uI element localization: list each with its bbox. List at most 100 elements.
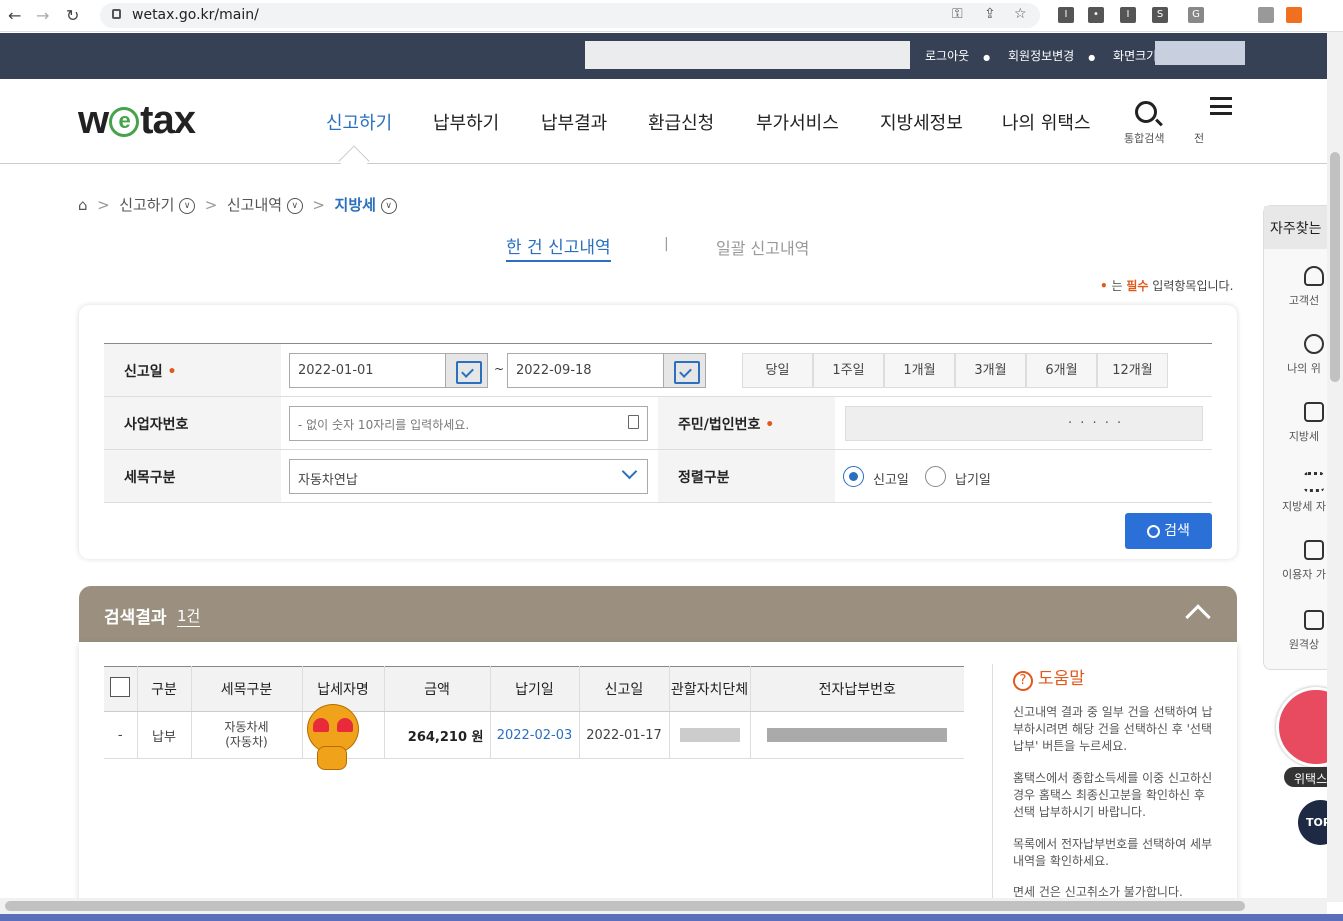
share-icon[interactable]: ⇪	[984, 6, 996, 22]
period-6month-button[interactable]: 6개월	[1026, 353, 1097, 388]
select-all-cell	[104, 666, 138, 712]
vertical-scrollbar[interactable]	[1327, 32, 1343, 902]
search-button[interactable]: 검색	[1125, 513, 1212, 549]
sort-label: 정렬구분	[658, 450, 835, 502]
select-all-checkbox[interactable]	[110, 677, 131, 697]
sort-report-date-radio[interactable]	[843, 466, 864, 487]
extension-icon[interactable]	[1286, 7, 1302, 23]
row-municipality	[669, 711, 751, 759]
chevron-down-icon[interactable]: ∨	[179, 197, 196, 214]
question-icon: ?	[1013, 671, 1033, 691]
taskbar	[0, 914, 1343, 921]
date-to-input[interactable]: 2022-09-18	[507, 353, 706, 388]
results-count: 1건	[177, 607, 201, 627]
breadcrumb-history[interactable]: 신고내역	[227, 196, 282, 214]
reload-icon[interactable]: ↻	[66, 6, 79, 25]
period-12month-button[interactable]: 12개월	[1097, 353, 1168, 388]
column-header: 신고일	[579, 666, 670, 712]
form-row-type: 세목구분 자동차연납 정렬구분 신고일 납기일	[104, 450, 1212, 503]
chevron-down-icon[interactable]: ∨	[286, 197, 303, 214]
search-icon[interactable]	[1135, 101, 1157, 123]
forward-icon[interactable]: →	[36, 6, 49, 25]
extension-icon[interactable]: S	[1152, 7, 1168, 23]
row-amount: 264,210 원	[384, 711, 491, 759]
address-bar[interactable]: wetax.go.kr/main/ ⚿ ⇪ ☆	[100, 3, 1040, 28]
period-3month-button[interactable]: 3개월	[955, 353, 1026, 388]
back-icon[interactable]: ←	[8, 6, 21, 25]
extension-icon[interactable]	[1258, 7, 1274, 23]
menu-extra-services[interactable]: 부가서비스	[756, 109, 839, 135]
menu-refund[interactable]: 환급신청	[648, 109, 714, 135]
screen-size-control[interactable]	[1155, 41, 1245, 65]
column-header: 구분	[137, 666, 192, 712]
star-icon[interactable]: ☆	[1014, 6, 1027, 22]
row-report-date: 2022-01-17	[579, 711, 670, 759]
column-header: 금액	[384, 666, 491, 712]
chevron-up-icon[interactable]	[1185, 604, 1211, 630]
menu-pay[interactable]: 납부하기	[433, 109, 499, 135]
period-today-button[interactable]: 당일	[742, 353, 813, 388]
row-mark: -	[104, 711, 138, 759]
help-item: 홈택스에서 종합소득세를 이중 신고하신 경우 홈택스 최종신고분을 확인하신 …	[1013, 771, 1213, 819]
wetax-logo[interactable]: w e tax	[78, 98, 196, 143]
extension-icon[interactable]: I	[1058, 7, 1074, 23]
utility-links: 로그아웃 ● 회원정보변경 ● 화면크기	[925, 49, 1158, 63]
all-menu-label[interactable]: 전	[1194, 130, 1204, 146]
search-label[interactable]: 통합검색	[1124, 130, 1164, 146]
sort-report-date-label[interactable]: 신고일	[873, 469, 909, 488]
table-header-row: 구분 세목구분 납세자명 금액 납기일 신고일 관할자치단체 전자납부번호	[104, 666, 964, 712]
search-form: 신고일 • 2022-01-01 ~ 2022-09-18 당일 1주일 1개월…	[104, 343, 1212, 503]
list-icon	[1304, 472, 1324, 492]
home-icon[interactable]: ⌂	[78, 196, 88, 214]
period-1week-button[interactable]: 1주일	[813, 353, 884, 388]
tax-type-label: 세목구분	[104, 450, 281, 502]
calendar-icon[interactable]	[445, 354, 487, 387]
key-icon[interactable]: ⚿	[952, 6, 963, 22]
chevron-down-icon[interactable]: ∨	[380, 197, 397, 214]
chevron-down-icon[interactable]	[621, 463, 638, 480]
keypad-icon[interactable]	[628, 415, 639, 429]
breadcrumb-local-tax[interactable]: 지방세	[335, 196, 376, 214]
headset-icon	[1304, 266, 1324, 286]
menu-pay-result[interactable]: 납부결과	[541, 109, 607, 135]
menu-report[interactable]: 신고하기	[326, 109, 392, 135]
column-header: 납기일	[490, 666, 580, 712]
extension-icon[interactable]: •	[1088, 7, 1104, 23]
tax-type-select[interactable]: 자동차연납	[289, 459, 648, 494]
form-row-date: 신고일 • 2022-01-01 ~ 2022-09-18 당일 1주일 1개월…	[104, 344, 1212, 397]
edit-member-link[interactable]: 회원정보변경	[1008, 49, 1074, 63]
tab-bulk-report[interactable]: 일괄 신고내역	[716, 235, 809, 259]
chat-icon	[1304, 540, 1324, 560]
horizontal-scrollbar[interactable]	[0, 898, 1327, 914]
period-1month-button[interactable]: 1개월	[884, 353, 955, 388]
browser-toolbar: ← → ↻ wetax.go.kr/main/ ⚿ ⇪ ☆ I • I S G	[0, 0, 1343, 32]
menu-my-wetax[interactable]: 나의 위택스	[1002, 109, 1091, 135]
column-header: 세목구분	[191, 666, 303, 712]
monitor-icon	[1304, 610, 1324, 630]
column-header: 관할자치단체	[669, 666, 751, 712]
extension-icon[interactable]: G	[1188, 7, 1204, 23]
url-text: wetax.go.kr/main/	[132, 7, 259, 23]
user-icon	[1304, 334, 1324, 354]
sort-due-date-radio[interactable]	[925, 466, 946, 487]
menu-local-tax-info[interactable]: 지방세정보	[880, 109, 963, 135]
logout-link[interactable]: 로그아웃	[925, 49, 969, 63]
sort-due-date-label[interactable]: 납기일	[955, 469, 991, 488]
help-title: ? 도움말	[1013, 664, 1085, 691]
row-tax-type: 자동차세 (자동차)	[191, 711, 303, 759]
row-due-date[interactable]: 2022-02-03	[490, 711, 580, 759]
tab-single-report[interactable]: 한 건 신고내역	[506, 233, 611, 262]
calendar-icon[interactable]	[663, 354, 705, 387]
resident-no-label: 주민/법인번호 •	[658, 397, 835, 449]
biz-no-label: 사업자번호	[104, 397, 281, 449]
menu-icon[interactable]	[1210, 97, 1232, 115]
resident-no-field: · · · · ·	[845, 406, 1203, 441]
extension-icon[interactable]: I	[1120, 7, 1136, 23]
table-row[interactable]: - 납부 자동차세 (자동차) 264,210 원 2022-02-03 2022…	[104, 711, 964, 759]
date-from-input[interactable]: 2022-01-01	[289, 353, 488, 388]
row-epay-number[interactable]	[750, 711, 964, 759]
search-icon	[1147, 524, 1161, 538]
breadcrumb-report[interactable]: 신고하기	[119, 196, 174, 214]
biz-no-input[interactable]: - 없이 숫자 10자리를 입력하세요.	[289, 406, 648, 441]
row-type: 납부	[137, 711, 192, 759]
